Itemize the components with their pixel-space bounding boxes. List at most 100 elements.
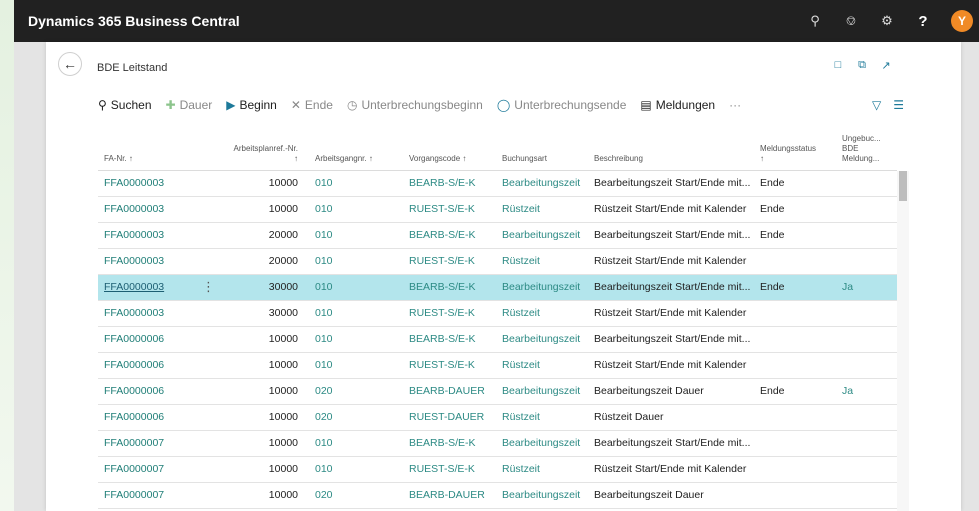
vorgangscode-cell[interactable]: BEARB-DAUER (409, 379, 499, 404)
col-arbeitsgangnr[interactable]: Arbeitsgangnr. ↑ (315, 154, 373, 164)
table-row[interactable]: FFA0000007 10000 010 RUEST-S/E-K Rüstzeit Rüs… (98, 457, 897, 483)
fa-nr-cell[interactable]: FFA0000003 (104, 223, 199, 248)
col-arbeitsplanref[interactable]: Arbeitsplanref.-Nr. ↑ (224, 144, 298, 164)
table-row[interactable]: FFA0000007 10000 020 BEARB-DAUER Bearbeitung… (98, 483, 897, 509)
filter-icon[interactable]: ▽ (872, 98, 881, 112)
table-row[interactable]: FFA0000006 10000 010 BEARB-S/E-K Bearbeitung… (98, 327, 897, 353)
unterbrechungsbeginn-button[interactable]: ◷ Unterbrechungsbeginn (347, 98, 483, 112)
vorgangscode-cell[interactable]: RUEST-DAUER (409, 405, 499, 430)
ungebucht-cell[interactable] (842, 457, 882, 482)
table-row[interactable]: FFA0000003 20000 010 BEARB-S/E-K Bearbeitung… (98, 223, 897, 249)
notification-bell-icon[interactable]: ⎊ (833, 0, 869, 42)
table-row[interactable]: FFA0000003 20000 010 RUEST-S/E-K Rüstzeit Rüs… (98, 249, 897, 275)
row-menu-icon[interactable]: ⋮ (202, 275, 215, 300)
col-buchungsart[interactable]: Buchungsart (502, 154, 547, 164)
fa-nr-cell[interactable]: FFA0000003 (104, 197, 199, 222)
beginn-button[interactable]: ▶ Beginn (226, 98, 277, 112)
bookmark-icon[interactable]: □ (829, 56, 847, 74)
col-fa-nr[interactable]: FA-Nr. ↑ (104, 154, 133, 164)
table-row[interactable]: FFA0000007 10000 010 BEARB-S/E-K Bearbeitung… (98, 431, 897, 457)
arbeitsgangnr-cell[interactable]: 020 (315, 405, 355, 430)
ungebucht-cell[interactable] (842, 249, 882, 274)
table-row[interactable]: FFA0000006 10000 020 RUEST-DAUER Rüstzeit Rüs… (98, 405, 897, 431)
vorgangscode-cell[interactable]: RUEST-S/E-K (409, 457, 499, 482)
buchungsart-cell[interactable]: Rüstzeit (502, 301, 594, 326)
scroll-thumb[interactable] (899, 171, 907, 201)
fa-nr-cell[interactable]: FFA0000003 (104, 171, 199, 196)
vorgangscode-cell[interactable]: BEARB-S/E-K (409, 327, 499, 352)
vorgangscode-cell[interactable]: BEARB-S/E-K (409, 223, 499, 248)
arbeitsgangnr-cell[interactable]: 010 (315, 275, 355, 300)
fa-nr-cell[interactable]: FFA0000006 (104, 405, 199, 430)
back-button[interactable]: ← (58, 52, 82, 76)
ungebucht-cell[interactable] (842, 327, 882, 352)
table-row[interactable]: FFA0000003 30000 010 RUEST-S/E-K Rüstzeit Rüs… (98, 301, 897, 327)
dauer-button[interactable]: ✚ Dauer (166, 98, 213, 112)
avatar[interactable]: Y (951, 10, 973, 32)
arbeitsgangnr-cell[interactable]: 010 (315, 197, 355, 222)
collapse-icon[interactable]: ↗ (877, 56, 895, 74)
search-icon[interactable]: ⚲ (797, 0, 833, 42)
fa-nr-cell[interactable]: FFA0000007 (104, 431, 199, 456)
vorgangscode-cell[interactable]: BEARB-S/E-K (409, 275, 499, 300)
more-actions-button[interactable]: ··· (729, 98, 741, 112)
meldungen-button[interactable]: ▤ Meldungen (640, 98, 715, 112)
fa-nr-cell[interactable]: FFA0000006 (104, 353, 199, 378)
fa-nr-cell[interactable]: FFA0000007 (104, 483, 199, 508)
col-meldungsstatus[interactable]: Meldungsstatus ↑ (760, 144, 816, 164)
vorgangscode-cell[interactable]: BEARB-DAUER (409, 483, 499, 508)
vorgangscode-cell[interactable]: RUEST-S/E-K (409, 353, 499, 378)
arbeitsgangnr-cell[interactable]: 010 (315, 223, 355, 248)
buchungsart-cell[interactable]: Bearbeitungszeit (502, 327, 594, 352)
open-new-window-icon[interactable]: ⧉ (853, 56, 871, 74)
ungebucht-cell[interactable] (842, 301, 882, 326)
buchungsart-cell[interactable]: Rüstzeit (502, 457, 594, 482)
gear-icon[interactable]: ⚙ (869, 0, 905, 42)
vorgangscode-cell[interactable]: RUEST-S/E-K (409, 197, 499, 222)
buchungsart-cell[interactable]: Bearbeitungszeit (502, 379, 594, 404)
ungebucht-cell[interactable]: Ja (842, 379, 882, 404)
buchungsart-cell[interactable]: Rüstzeit (502, 353, 594, 378)
arbeitsgangnr-cell[interactable]: 010 (315, 457, 355, 482)
buchungsart-cell[interactable]: Rüstzeit (502, 405, 594, 430)
col-beschreibung[interactable]: Beschreibung (594, 154, 643, 164)
fa-nr-cell[interactable]: FFA0000003 (104, 275, 199, 300)
app-title[interactable]: Dynamics 365 Business Central (14, 13, 240, 29)
buchungsart-cell[interactable]: Bearbeitungszeit (502, 275, 594, 300)
vorgangscode-cell[interactable]: RUEST-S/E-K (409, 249, 499, 274)
fa-nr-cell[interactable]: FFA0000003 (104, 249, 199, 274)
vertical-scrollbar[interactable] (897, 171, 909, 511)
ungebucht-cell[interactable]: Ja (842, 275, 882, 300)
buchungsart-cell[interactable]: Bearbeitungszeit (502, 223, 594, 248)
vorgangscode-cell[interactable]: RUEST-S/E-K (409, 301, 499, 326)
ungebucht-cell[interactable] (842, 171, 882, 196)
ungebucht-cell[interactable] (842, 197, 882, 222)
table-row[interactable]: FFA0000003 10000 010 RUEST-S/E-K Rüstzeit Rüs… (98, 197, 897, 223)
col-vorgangscode[interactable]: Vorgangscode ↑ (409, 154, 466, 164)
buchungsart-cell[interactable]: Bearbeitungszeit (502, 431, 594, 456)
table-row[interactable]: FFA0000003 30000 010 BEARB-S/E-K Bearbeitung… (98, 275, 897, 301)
table-row[interactable]: FFA0000003 10000 010 BEARB-S/E-K Bearbeitung… (98, 171, 897, 197)
help-icon[interactable]: ? (905, 0, 941, 42)
search-button[interactable]: ⚲ Suchen (98, 98, 152, 112)
fa-nr-cell[interactable]: FFA0000003 (104, 301, 199, 326)
ungebucht-cell[interactable] (842, 483, 882, 508)
vorgangscode-cell[interactable]: BEARB-S/E-K (409, 171, 499, 196)
buchungsart-cell[interactable]: Bearbeitungszeit (502, 171, 594, 196)
buchungsart-cell[interactable]: Rüstzeit (502, 197, 594, 222)
arbeitsgangnr-cell[interactable]: 010 (315, 431, 355, 456)
buchungsart-cell[interactable]: Bearbeitungszeit (502, 483, 594, 508)
fa-nr-cell[interactable]: FFA0000006 (104, 327, 199, 352)
fa-nr-cell[interactable]: FFA0000006 (104, 379, 199, 404)
arbeitsgangnr-cell[interactable]: 020 (315, 379, 355, 404)
buchungsart-cell[interactable]: Rüstzeit (502, 249, 594, 274)
arbeitsgangnr-cell[interactable]: 010 (315, 327, 355, 352)
list-view-icon[interactable]: ☰ (893, 98, 904, 112)
ungebucht-cell[interactable] (842, 431, 882, 456)
arbeitsgangnr-cell[interactable]: 010 (315, 301, 355, 326)
fa-nr-cell[interactable]: FFA0000007 (104, 457, 199, 482)
arbeitsgangnr-cell[interactable]: 020 (315, 483, 355, 508)
col-ungebucht-bde-meldung[interactable]: Ungebuc... BDE Meldung... (842, 134, 881, 164)
ungebucht-cell[interactable] (842, 405, 882, 430)
table-row[interactable]: FFA0000006 10000 010 RUEST-S/E-K Rüstzeit Rüs… (98, 353, 897, 379)
